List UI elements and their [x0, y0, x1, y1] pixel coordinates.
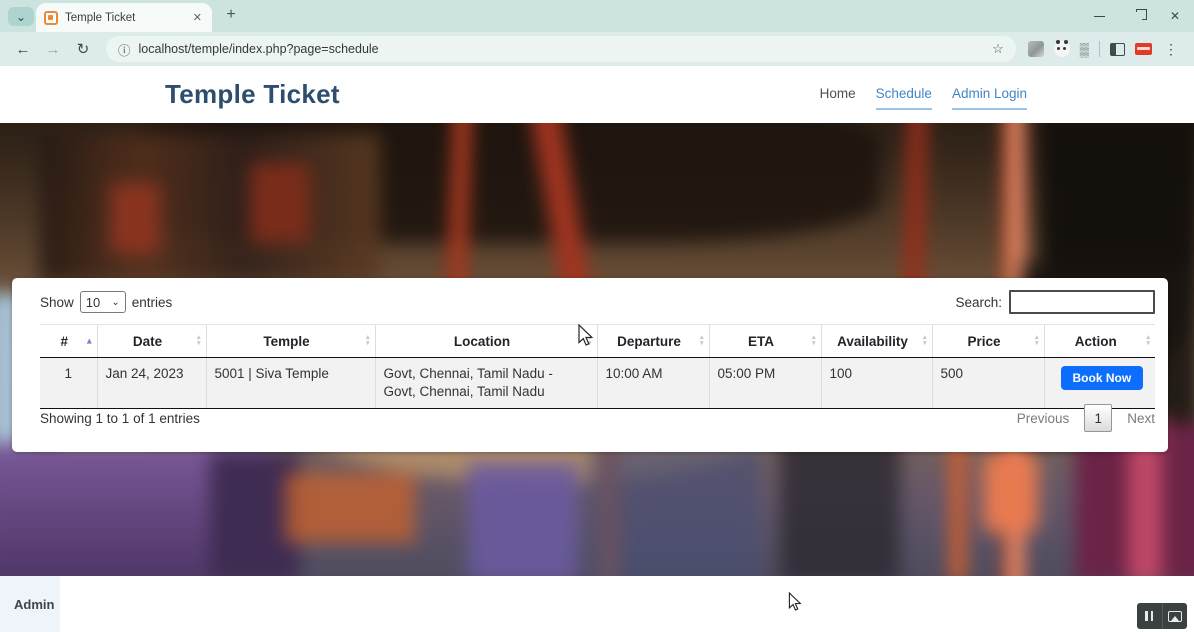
admin-label[interactable]: Admin [0, 597, 54, 612]
cell-price: 500 [931, 357, 1044, 409]
column-header-departure[interactable]: Departure ▴ ▾ [596, 324, 709, 358]
sort-icon: ▴ ▾ [1034, 334, 1039, 347]
page-length-value: 10 [85, 294, 101, 310]
restore-icon [1132, 8, 1147, 21]
picture-in-picture-icon [1167, 610, 1182, 622]
site-info-icon[interactable]: ⓘ [118, 40, 131, 59]
pagination-previous[interactable]: Previous [1017, 411, 1070, 426]
browser-tab-strip: ⌄ Temple Ticket ✕ + ✕ [0, 0, 1194, 32]
table-row: 1 Jan 24, 2023 5001 | Siva Temple Govt, … [40, 357, 1155, 409]
cell-temple: 5001 | Siva Temple [205, 357, 375, 409]
table-info: Showing 1 to 1 of 1 entries [40, 411, 200, 426]
picture-in-picture-button[interactable] [1161, 603, 1188, 629]
cell-date: Jan 24, 2023 [96, 357, 206, 409]
bookmark-star-icon[interactable]: ☆ [992, 41, 1004, 57]
sort-icon: ▴ ▾ [811, 334, 816, 347]
chevron-down-icon: ⌄ [111, 296, 120, 308]
close-button[interactable]: ✕ [1156, 0, 1194, 32]
sort-icon: ▴ ▾ [365, 334, 370, 347]
show-label: Show [40, 294, 74, 310]
cell-departure: 10:00 AM [596, 357, 709, 409]
pause-button[interactable] [1137, 603, 1162, 629]
browser-menu-icon[interactable]: ⋮ [1162, 41, 1180, 58]
site-brand-title: Temple Ticket [165, 79, 340, 109]
column-header-temple[interactable]: Temple ▴ ▾ [205, 324, 375, 358]
minimize-button[interactable] [1080, 0, 1118, 32]
side-panel-icon[interactable] [1110, 42, 1125, 56]
extensions-cluster: ▒ ⋮ [1027, 40, 1184, 58]
site-header: Temple Ticket Home Schedule Admin Login [0, 66, 1194, 123]
schedule-table: # ▴ Date ▴ ▾ Temple ▴ ▾ Location ▴ ▾ Depart… [40, 324, 1155, 409]
pinned-extension-icon-photo[interactable] [1027, 41, 1044, 57]
book-now-button[interactable]: Book Now [1060, 366, 1144, 390]
cell-action: Book Now [1043, 357, 1155, 409]
back-button[interactable]: ← [10, 41, 36, 58]
entries-label: entries [131, 294, 173, 310]
nav-link-home[interactable]: Home [820, 86, 856, 108]
page-length-select[interactable]: 10 ⌄ [79, 291, 126, 313]
search-label: Search: [955, 294, 1002, 310]
browser-tab[interactable]: Temple Ticket ✕ [36, 3, 212, 32]
url-text[interactable]: localhost/temple/index.php?page=schedule [139, 42, 985, 56]
search-control: Search: [955, 290, 1155, 314]
table-header-row: # ▴ Date ▴ ▾ Temple ▴ ▾ Location ▴ ▾ Depart… [40, 324, 1155, 358]
tab-title: Temple Ticket [65, 11, 136, 24]
new-tab-button[interactable]: + [221, 6, 241, 24]
browser-toolbar: ← → ↻ ⓘ localhost/temple/index.php?page=… [0, 32, 1194, 66]
pinned-extension-icon-panda[interactable] [1053, 40, 1070, 57]
media-control-overlay [1137, 603, 1187, 629]
address-bar[interactable]: ⓘ localhost/temple/index.php?page=schedu… [106, 36, 1016, 62]
sort-icon: ▴ ▾ [699, 334, 704, 347]
browser-window: ⌄ Temple Ticket ✕ + ✕ ← → ↻ ⓘ localhost/… [0, 0, 1194, 632]
nav-link-schedule[interactable]: Schedule [875, 86, 932, 110]
tab-search-button[interactable]: ⌄ [8, 7, 34, 26]
sort-asc-icon: ▴ [86, 335, 92, 346]
minimize-icon [1093, 15, 1105, 17]
column-header-date[interactable]: Date ▴ ▾ [96, 324, 206, 358]
forward-button[interactable]: → [40, 41, 66, 58]
column-header-price[interactable]: Price ▴ ▾ [931, 324, 1044, 358]
favicon-xampp-icon [44, 10, 58, 25]
pagination: Previous 1 Next [1017, 404, 1155, 432]
column-header-location[interactable]: Location ▴ ▾ [374, 324, 597, 358]
reload-button[interactable]: ↻ [70, 40, 96, 58]
main-nav: Home Schedule Admin Login [820, 86, 1027, 110]
column-header-num[interactable]: # ▴ [40, 324, 97, 358]
column-header-action[interactable]: Action ▴ ▾ [1043, 324, 1155, 358]
sort-icon: ▴ ▾ [922, 334, 927, 347]
cell-availability: 100 [820, 357, 932, 409]
restore-button[interactable] [1118, 0, 1156, 32]
cell-num: 1 [40, 357, 97, 409]
close-icon: ✕ [1169, 9, 1181, 23]
cell-eta: 05:00 PM [708, 357, 821, 409]
hero-image: Show 10 ⌄ entries Search: # ▴ Date ▴ ▾ T… [0, 123, 1194, 576]
extensions-puzzle-icon[interactable]: ▒ [1080, 42, 1089, 57]
chevron-down-icon: ⌄ [15, 9, 27, 24]
sort-icon: ▴ ▾ [587, 334, 592, 347]
bottom-strip: Admin [0, 576, 1194, 632]
pause-icon [1145, 611, 1154, 621]
toolbar-separator [1099, 41, 1100, 57]
nav-link-admin-login[interactable]: Admin Login [951, 86, 1027, 110]
column-header-eta[interactable]: ETA ▴ ▾ [708, 324, 821, 358]
tab-close-icon[interactable]: ✕ [191, 11, 204, 24]
schedule-card: Show 10 ⌄ entries Search: # ▴ Date ▴ ▾ T… [12, 278, 1168, 452]
column-header-availability[interactable]: Availability ▴ ▾ [820, 324, 932, 358]
window-controls: ✕ [1080, 0, 1194, 32]
admin-panel: Admin [0, 576, 60, 632]
page-length-control: Show 10 ⌄ entries [40, 291, 172, 313]
search-input[interactable] [1009, 290, 1155, 314]
cell-location: Govt, Chennai, Tamil Nadu - Govt, Chenna… [374, 357, 597, 409]
pagination-page-1[interactable]: 1 [1084, 404, 1113, 432]
pagination-next[interactable]: Next [1127, 411, 1155, 426]
sort-icon: ▴ ▾ [196, 334, 201, 347]
sort-icon: ▴ ▾ [1146, 334, 1150, 347]
pinned-extension-icon-red[interactable] [1135, 43, 1152, 55]
